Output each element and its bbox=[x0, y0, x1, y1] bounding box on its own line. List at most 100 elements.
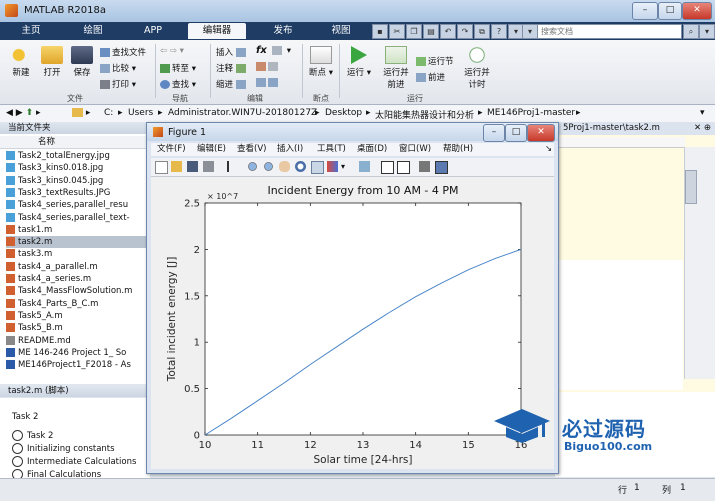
switch-windows-icon[interactable]: ⧉ bbox=[474, 24, 490, 39]
run-section-button[interactable]: 运行节 bbox=[416, 55, 454, 67]
figure-title-bar[interactable]: Figure 1 – □ ✕ bbox=[147, 123, 558, 142]
file-list-item[interactable]: Task2_totalEnergy.jpg bbox=[6, 150, 150, 162]
file-list-item[interactable]: README.md bbox=[6, 335, 150, 347]
scrollbar-thumb[interactable] bbox=[685, 170, 697, 204]
figure-close-button[interactable]: ✕ bbox=[527, 124, 555, 142]
goto-button[interactable]: 转至 ▾ bbox=[160, 62, 196, 74]
hide-plot-tools-icon[interactable] bbox=[419, 161, 430, 172]
file-list-item[interactable]: Task3_kins0.018.jpg bbox=[6, 162, 150, 174]
zoom-in-icon[interactable] bbox=[247, 161, 258, 172]
file-list-item[interactable]: task4_a_parallel.m bbox=[6, 261, 150, 273]
editor-close-icon[interactable]: ✕ ⊕ bbox=[694, 122, 715, 135]
link-plot-icon[interactable] bbox=[359, 161, 370, 172]
show-plot-tools-icon[interactable] bbox=[435, 161, 448, 174]
minimize-button[interactable]: – bbox=[632, 2, 658, 20]
file-list-item[interactable]: task2.m bbox=[6, 236, 150, 249]
breadcrumb-desktop[interactable]: Desktop bbox=[325, 108, 362, 118]
insert-button[interactable]: 插入 bbox=[216, 46, 248, 58]
back-forward-buttons[interactable]: ⇦ ⇨ ▾ bbox=[160, 46, 184, 56]
comment-button[interactable]: 注释 bbox=[216, 62, 248, 74]
file-list-item[interactable]: ME146Project1_F2018 - As bbox=[6, 359, 150, 371]
file-list-item[interactable]: Task5_A.m bbox=[6, 310, 150, 322]
close-button[interactable]: ✕ bbox=[682, 2, 712, 20]
print-button[interactable]: 打印 ▾ bbox=[100, 78, 136, 90]
tab-apps[interactable]: APP bbox=[128, 23, 178, 39]
cut-quick-icon[interactable]: ✂ bbox=[389, 24, 405, 39]
breadcrumb-c[interactable]: C: bbox=[104, 108, 113, 118]
run-and-time-button[interactable]: 运行并 计时 bbox=[460, 46, 494, 90]
details-item[interactable]: Final Calculations bbox=[12, 469, 101, 478]
menu-desktop[interactable]: 桌面(D) bbox=[357, 143, 387, 156]
legend-icon[interactable] bbox=[397, 161, 410, 174]
save-button[interactable]: 保存 bbox=[68, 46, 96, 78]
editor-code-region[interactable] bbox=[555, 260, 683, 390]
tab-view[interactable]: 视图 bbox=[316, 23, 366, 39]
search-input[interactable]: 搜索文档 bbox=[537, 24, 682, 39]
tab-editor[interactable]: 编辑器 bbox=[188, 23, 246, 39]
run-and-advance-button[interactable]: 运行并 前进 bbox=[380, 46, 412, 90]
indent-button[interactable]: 缩进 bbox=[216, 78, 248, 90]
file-list-item[interactable]: Task4_series,parallel_resu bbox=[6, 199, 150, 211]
breadcrumb-project[interactable]: ME146Proj1-master bbox=[487, 108, 575, 118]
file-list-item[interactable]: task4_a_series.m bbox=[6, 273, 150, 285]
find-button[interactable]: 查找 ▾ bbox=[160, 78, 196, 90]
save-quick-icon[interactable]: ▪ bbox=[372, 24, 388, 39]
details-item[interactable]: Task 2 bbox=[12, 430, 53, 441]
rotate-3d-icon[interactable] bbox=[295, 161, 306, 172]
nav-back-forward-icons[interactable]: ◀ ▶ ⬆ ▸ bbox=[6, 108, 41, 118]
menu-edit[interactable]: 编辑(E) bbox=[197, 143, 226, 156]
file-list-item[interactable]: Task5_B.m bbox=[6, 322, 150, 334]
menu-window[interactable]: 窗口(W) bbox=[399, 143, 431, 156]
tab-plots[interactable]: 绘图 bbox=[70, 23, 116, 39]
brush-dropdown-icon[interactable]: ▾ bbox=[341, 161, 352, 172]
maximize-button[interactable]: □ bbox=[658, 2, 682, 20]
figure-minimize-button[interactable]: – bbox=[483, 124, 505, 142]
details-item[interactable]: Intermediate Calculations bbox=[12, 456, 136, 467]
breadcrumb-administrator[interactable]: Administrator.WIN7U-20180127Z bbox=[168, 108, 317, 118]
name-column-header[interactable]: 名称 bbox=[0, 136, 150, 149]
paste-quick-icon[interactable]: ▤ bbox=[423, 24, 439, 39]
insert-section-icon[interactable]: ▾ bbox=[272, 46, 291, 56]
file-list-item[interactable]: task3.m bbox=[6, 248, 150, 260]
open-file-icon[interactable] bbox=[171, 161, 182, 172]
file-list-item[interactable]: Task3_kins0.045.jpg bbox=[6, 175, 150, 187]
file-list-item[interactable]: Task4_Parts_B_C.m bbox=[6, 298, 150, 310]
redo-quick-icon[interactable]: ↷ bbox=[457, 24, 473, 39]
menu-view[interactable]: 查看(V) bbox=[237, 143, 266, 156]
file-list-item[interactable]: task1.m bbox=[6, 224, 150, 236]
brush-icon[interactable] bbox=[327, 161, 338, 172]
print-figure-icon[interactable] bbox=[203, 161, 214, 172]
undo-quick-icon[interactable]: ↶ bbox=[440, 24, 456, 39]
file-list-item[interactable]: Task4_series,parallel_text- bbox=[6, 212, 150, 224]
fx-button[interactable]: fx bbox=[256, 45, 267, 56]
comment-icons[interactable] bbox=[256, 62, 280, 72]
address-dropdown-icon[interactable]: ▾ bbox=[700, 108, 705, 118]
notification-icon[interactable]: ▾ bbox=[699, 24, 715, 39]
run-button[interactable]: 运行 ▾ bbox=[344, 46, 374, 78]
copy-quick-icon[interactable]: ❐ bbox=[406, 24, 422, 39]
menu-help[interactable]: 帮助(H) bbox=[443, 143, 473, 156]
file-list-item[interactable]: Task4_MassFlowSolution.m bbox=[6, 285, 150, 297]
edit-plot-arrow-icon[interactable] bbox=[227, 161, 240, 172]
tab-home[interactable]: 主页 bbox=[6, 23, 56, 39]
new-figure-icon[interactable] bbox=[155, 161, 168, 174]
pan-hand-icon[interactable] bbox=[279, 161, 290, 172]
tab-publish[interactable]: 发布 bbox=[258, 23, 308, 39]
new-button[interactable]: 新建 bbox=[6, 46, 36, 78]
open-button[interactable]: 打开 bbox=[38, 46, 66, 78]
browse-folder-icon[interactable]: ▸ bbox=[72, 108, 90, 118]
breakpoints-button[interactable]: 断点 ▾ bbox=[306, 46, 336, 78]
compare-button[interactable]: 比较 ▾ bbox=[100, 62, 136, 74]
breadcrumb-users[interactable]: Users bbox=[128, 108, 153, 118]
menu-tools[interactable]: 工具(T) bbox=[317, 143, 346, 156]
colorbar-icon[interactable] bbox=[381, 161, 394, 174]
expand-icon[interactable]: ▾ bbox=[522, 24, 538, 39]
save-figure-icon[interactable] bbox=[187, 161, 198, 172]
breadcrumb-solar-folder[interactable]: 太阳能集热器设计和分析 bbox=[375, 108, 474, 121]
zoom-out-icon[interactable] bbox=[263, 161, 274, 172]
figure-maximize-button[interactable]: □ bbox=[505, 124, 527, 142]
data-cursor-icon[interactable] bbox=[311, 161, 324, 174]
editor-tab-bar[interactable]: 5Proj1-master\task2.m ✕ ⊕ bbox=[555, 122, 715, 135]
help-quick-icon[interactable]: ? bbox=[491, 24, 507, 39]
menu-dock-icon[interactable]: ↘ bbox=[545, 143, 552, 156]
